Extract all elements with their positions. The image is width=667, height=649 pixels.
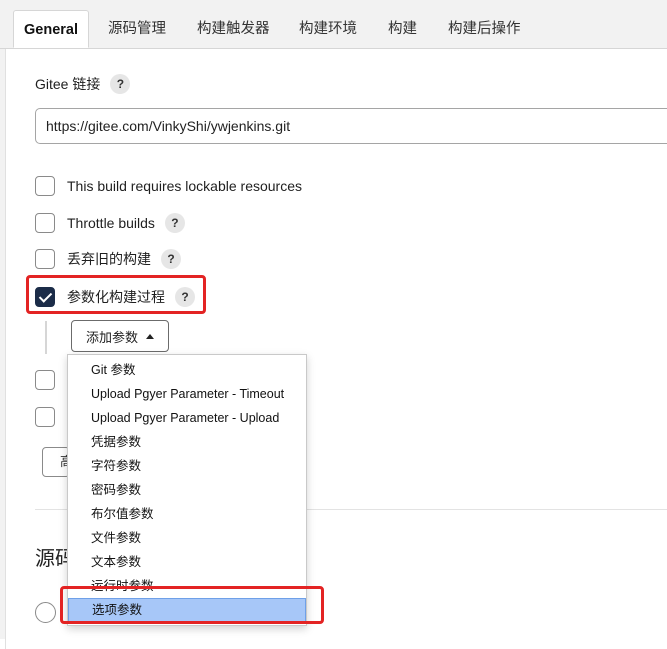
menu-item-pgyer-timeout[interactable]: Upload Pgyer Parameter - Timeout — [68, 382, 306, 406]
checkbox[interactable] — [35, 249, 55, 269]
menu-item-text-param[interactable]: 文本参数 — [68, 550, 306, 574]
checkbox[interactable] — [35, 176, 55, 196]
menu-item-run-param[interactable]: 运行时参数 — [68, 574, 306, 598]
menu-item-pgyer-upload[interactable]: Upload Pgyer Parameter - Upload — [68, 406, 306, 430]
tab-bar: General 源码管理 构建触发器 构建环境 构建 构建后操作 — [0, 0, 667, 49]
option-label: This build requires lockable resources — [67, 178, 302, 194]
help-icon[interactable]: ? — [161, 249, 181, 269]
parameter-type-menu: Git 参数 Upload Pgyer Parameter - Timeout … — [67, 354, 307, 626]
tab-post-build-actions[interactable]: 构建后操作 — [438, 10, 531, 48]
menu-item-credentials-param[interactable]: 凭据参数 — [68, 430, 306, 454]
nesting-line — [45, 321, 47, 354]
menu-item-boolean-param[interactable]: 布尔值参数 — [68, 502, 306, 526]
checkbox[interactable] — [35, 213, 55, 233]
tab-source-control[interactable]: 源码管理 — [98, 10, 176, 48]
menu-item-file-param[interactable]: 文件参数 — [68, 526, 306, 550]
option-label: Throttle builds — [67, 215, 155, 231]
section-title: 源码管理 — [35, 548, 67, 570]
tab-build-triggers[interactable]: 构建触发器 — [187, 10, 280, 48]
menu-item-git-param[interactable]: Git 参数 — [68, 358, 306, 382]
tab-build[interactable]: 构建 — [378, 10, 427, 48]
add-parameter-label: 添加参数 — [85, 329, 138, 345]
checkbox[interactable] — [35, 407, 55, 427]
option-throttle-builds[interactable]: Throttle builds ? — [35, 213, 185, 233]
gitee-url-input[interactable]: https://gitee.com/VinkyShi/ywjenkins.git — [35, 108, 667, 144]
caret-up-icon — [146, 333, 154, 339]
checkbox[interactable] — [35, 370, 55, 390]
tab-general[interactable]: General — [13, 10, 89, 48]
checkbox-checked[interactable] — [35, 287, 55, 307]
menu-item-choice-param[interactable]: 选项参数 — [68, 598, 306, 622]
option-label: 丢弃旧的构建 — [67, 251, 151, 267]
menu-item-string-param[interactable]: 字符参数 — [68, 454, 306, 478]
add-parameter-button[interactable]: 添加参数 — [71, 320, 169, 352]
help-icon[interactable]: ? — [110, 74, 131, 94]
option-lockable-resources[interactable]: This build requires lockable resources — [35, 176, 302, 196]
menu-item-password-param[interactable]: 密码参数 — [68, 478, 306, 502]
tab-build-environment[interactable]: 构建环境 — [289, 10, 367, 48]
option-discard-old-builds[interactable]: 丢弃旧的构建 ? — [35, 249, 181, 269]
radio-button[interactable] — [35, 602, 56, 623]
help-icon[interactable]: ? — [164, 213, 185, 233]
advanced-button[interactable]: 高级 — [42, 447, 70, 477]
help-icon[interactable]: ? — [175, 287, 195, 307]
option-label: 参数化构建过程 — [67, 289, 165, 305]
gitee-link-label: Gitee 链接 — [35, 76, 101, 92]
gitee-link-field: Gitee 链接 ? — [35, 74, 131, 94]
option-parameterized-build[interactable]: 参数化构建过程 ? — [35, 287, 195, 307]
